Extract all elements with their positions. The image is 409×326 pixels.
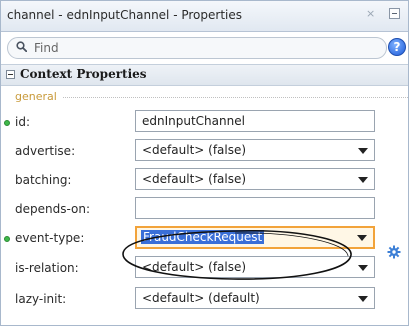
search-input[interactable] bbox=[34, 40, 354, 56]
event-type-value[interactable]: FraudCheckRequest bbox=[141, 230, 265, 244]
chevron-down-icon[interactable] bbox=[358, 265, 368, 271]
chevron-down-icon[interactable] bbox=[358, 148, 368, 154]
prop-label-event-type: event-type: bbox=[15, 231, 85, 245]
advertise-dropdown[interactable]: <default> (false) bbox=[135, 139, 375, 161]
maximize-icon[interactable] bbox=[389, 8, 400, 19]
id-field[interactable]: ednInputChannel bbox=[135, 110, 375, 132]
chevron-down-icon[interactable] bbox=[357, 235, 367, 241]
lazy-init-value: <default> (default) bbox=[142, 291, 260, 305]
prop-label-is-relation: is-relation: bbox=[15, 261, 79, 275]
event-type-dropdown[interactable]: FraudCheckRequest bbox=[135, 226, 375, 249]
collapse-icon[interactable] bbox=[6, 70, 15, 79]
chevron-down-icon[interactable] bbox=[358, 177, 368, 183]
title-bar: channel - ednInputChannel - Properties × bbox=[1, 1, 408, 32]
is-relation-dropdown[interactable]: <default> (false) bbox=[135, 256, 375, 278]
group-divider bbox=[63, 97, 408, 98]
required-indicator-icon bbox=[4, 120, 10, 126]
section-title: Context Properties bbox=[20, 67, 147, 81]
properties-window: channel - ednInputChannel - Properties ×… bbox=[0, 0, 409, 326]
batching-dropdown[interactable]: <default> (false) bbox=[135, 168, 375, 190]
depends-on-field[interactable] bbox=[135, 197, 375, 219]
prop-label-batching: batching: bbox=[15, 173, 72, 187]
gear-icon[interactable] bbox=[387, 245, 401, 259]
required-indicator-icon bbox=[4, 236, 10, 242]
prop-label-id: id: bbox=[15, 115, 30, 129]
lazy-init-dropdown[interactable]: <default> (default) bbox=[135, 287, 375, 309]
prop-label-advertise: advertise: bbox=[15, 144, 76, 158]
id-field-value: ednInputChannel bbox=[142, 114, 245, 128]
prop-label-lazy-init: lazy-init: bbox=[15, 292, 67, 306]
help-icon[interactable]: ? bbox=[388, 38, 406, 56]
is-relation-value: <default> (false) bbox=[142, 260, 247, 274]
prop-label-depends-on: depends-on: bbox=[15, 202, 91, 216]
section-header[interactable]: Context Properties bbox=[1, 64, 408, 86]
window-title: channel - ednInputChannel - Properties bbox=[7, 8, 242, 22]
close-icon[interactable]: × bbox=[366, 7, 375, 20]
search-icon bbox=[16, 41, 27, 52]
advertise-value: <default> (false) bbox=[142, 143, 247, 157]
batching-value: <default> (false) bbox=[142, 172, 247, 186]
group-label: general bbox=[15, 90, 57, 103]
chevron-down-icon[interactable] bbox=[358, 296, 368, 302]
search-bar bbox=[7, 37, 387, 59]
